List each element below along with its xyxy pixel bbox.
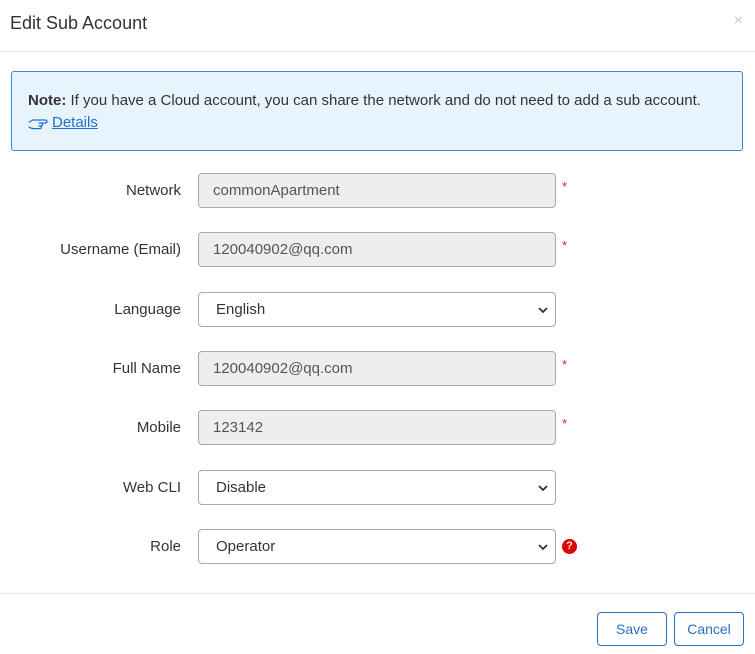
save-button[interactable]: Save	[597, 612, 667, 646]
full-name-field[interactable]: 120040902@qq.com	[198, 351, 556, 386]
mobile-field[interactable]: 123142	[198, 410, 556, 445]
web-cli-row: Web CLI Disable	[0, 470, 755, 505]
network-label: Network	[125, 182, 181, 199]
mobile-value: 123142	[213, 419, 264, 436]
mobile-label: Mobile	[136, 419, 181, 436]
language-select[interactable]: English	[198, 292, 556, 327]
role-row: Role Operator ?	[0, 529, 755, 564]
note-text: If you have a Cloud account, you can sha…	[66, 92, 701, 109]
network-value: commonApartment	[213, 182, 340, 199]
network-field[interactable]: commonApartment	[198, 173, 556, 208]
full-name-value: 120040902@qq.com	[213, 360, 353, 377]
language-row: Language English	[0, 292, 755, 327]
note-label: Note:	[28, 92, 67, 109]
role-value: Operator	[216, 538, 276, 555]
role-label: Role	[150, 538, 181, 555]
language-value: English	[216, 301, 266, 318]
dialog-footer: Save Cancel	[0, 593, 755, 654]
username-value: 120040902@qq.com	[213, 241, 353, 258]
web-cli-value: Disable	[216, 479, 267, 496]
close-icon[interactable]: ×	[734, 12, 743, 30]
note-box: Note: If you have a Cloud account, you c…	[11, 71, 743, 151]
required-mark: *	[562, 179, 568, 194]
chevron-down-icon	[538, 544, 548, 551]
mobile-row: Mobile 123142 *	[0, 410, 755, 445]
role-select[interactable]: Operator	[198, 529, 556, 564]
chevron-down-icon	[538, 307, 548, 314]
dialog-header: Edit Sub Account ×	[0, 0, 755, 52]
details-label: Details	[52, 114, 98, 131]
pointing-hand-icon	[28, 119, 48, 130]
network-row: Network commonApartment *	[0, 173, 755, 208]
web-cli-label: Web CLI	[122, 479, 181, 496]
language-label: Language	[114, 301, 181, 318]
full-name-row: Full Name 120040902@qq.com *	[0, 351, 755, 386]
full-name-label: Full Name	[112, 360, 181, 377]
username-field[interactable]: 120040902@qq.com	[198, 232, 556, 267]
cancel-button[interactable]: Cancel	[674, 612, 744, 646]
username-label: Username (Email)	[60, 241, 181, 258]
details-link[interactable]: Details	[28, 112, 98, 134]
dialog-title: Edit Sub Account	[10, 13, 148, 33]
username-row: Username (Email) 120040902@qq.com *	[0, 232, 755, 267]
help-icon[interactable]: ?	[562, 539, 577, 554]
web-cli-select[interactable]: Disable	[198, 470, 556, 505]
required-mark: *	[562, 357, 568, 372]
required-mark: *	[562, 416, 568, 431]
chevron-down-icon	[538, 485, 548, 492]
required-mark: *	[562, 238, 568, 253]
edit-sub-account-dialog: Edit Sub Account × Note: If you have a C…	[0, 0, 755, 654]
